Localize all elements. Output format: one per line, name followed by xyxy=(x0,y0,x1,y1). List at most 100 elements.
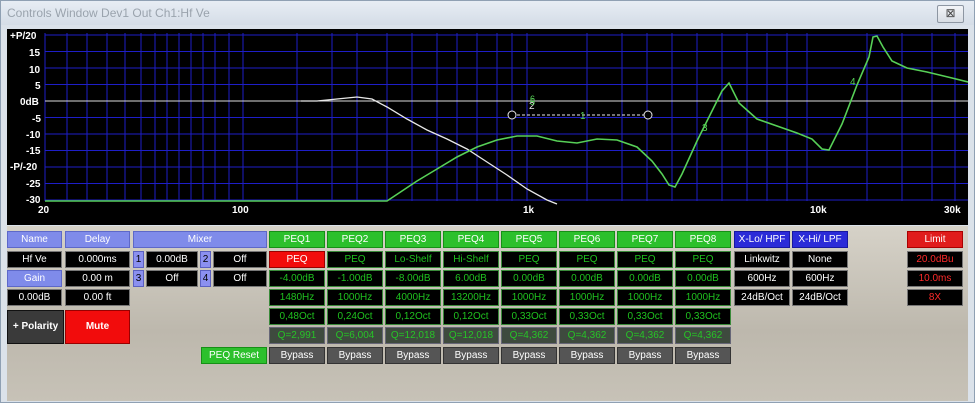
peq-bandwidth[interactable]: 0,33Oct xyxy=(675,308,731,325)
limit-threshold[interactable]: 20.0dBu xyxy=(907,251,963,268)
peq-type[interactable]: Lo-Shelf xyxy=(385,251,441,268)
delay-header: Delay xyxy=(65,231,130,248)
peq-type[interactable]: PEQ xyxy=(501,251,557,268)
peq-bypass-button[interactable]: Bypass xyxy=(443,347,499,364)
peq-bypass-button[interactable]: Bypass xyxy=(617,347,673,364)
peq-bypass-button[interactable]: Bypass xyxy=(327,347,383,364)
peq-q[interactable]: Q=4,362 xyxy=(617,327,673,344)
gain-field[interactable]: 0.00dB xyxy=(7,289,62,306)
peq-bandwidth[interactable]: 0,24Oct xyxy=(327,308,383,325)
peq-type[interactable]: PEQ xyxy=(269,251,325,268)
peq-reset-button[interactable]: PEQ Reset xyxy=(201,347,267,364)
polarity-button[interactable]: + Polarity xyxy=(7,310,64,344)
peq-bandwidth[interactable]: 0,33Oct xyxy=(617,308,673,325)
peq-bypass-button[interactable]: Bypass xyxy=(385,347,441,364)
peq-type[interactable]: PEQ xyxy=(617,251,673,268)
peq-handle-left[interactable] xyxy=(507,110,517,120)
peq-q[interactable]: Q=4,362 xyxy=(559,327,615,344)
peq-handle-right[interactable] xyxy=(643,110,653,120)
peq-band-header[interactable]: PEQ6 xyxy=(559,231,615,248)
peq-q[interactable]: Q=6,004 xyxy=(327,327,383,344)
grid-lines xyxy=(44,33,968,201)
peq-q[interactable]: Q=4,362 xyxy=(675,327,731,344)
peq-bypass-button[interactable]: Bypass xyxy=(559,347,615,364)
peq-band-header[interactable]: PEQ8 xyxy=(675,231,731,248)
mixer-channel-level[interactable]: Off xyxy=(213,251,267,268)
peq-frequency[interactable]: 1000Hz xyxy=(327,289,383,306)
mute-button[interactable]: Mute xyxy=(65,310,130,344)
peq-frequency[interactable]: 1000Hz xyxy=(617,289,673,306)
peq-gain[interactable]: -1.00dB xyxy=(327,270,383,287)
peq-q[interactable]: Q=12,018 xyxy=(385,327,441,344)
peq-bypass-button[interactable]: Bypass xyxy=(675,347,731,364)
peq-gain[interactable]: 0.00dB xyxy=(675,270,731,287)
peq-frequency[interactable]: 1000Hz xyxy=(559,289,615,306)
peq-q[interactable]: Q=2,991 xyxy=(269,327,325,344)
peq-bandwidth[interactable]: 0,48Oct xyxy=(269,308,325,325)
xover-hi-type[interactable]: None xyxy=(792,251,848,268)
y-tick-label: +P/20 xyxy=(10,31,37,42)
mixer-channel-level[interactable]: 0.00dB xyxy=(146,251,198,268)
peq-bandwidth[interactable]: 0,12Oct xyxy=(385,308,441,325)
title-bar: Controls Window Dev1 Out Ch1:Hf Ve ⊠ xyxy=(1,1,974,25)
peq-type[interactable]: PEQ xyxy=(327,251,383,268)
xover-lo-header[interactable]: X-Lo/ HPF xyxy=(734,231,790,248)
peq-frequency[interactable]: 4000Hz xyxy=(385,289,441,306)
peq-band-header[interactable]: PEQ3 xyxy=(385,231,441,248)
peq-bandwidth[interactable]: 0,12Oct xyxy=(443,308,499,325)
mixer-channel-number: 4 xyxy=(200,270,211,287)
band-marker-6[interactable]: 6 xyxy=(530,94,535,104)
peq-frequency[interactable]: 1000Hz xyxy=(501,289,557,306)
xover-lo-type[interactable]: Linkwitz xyxy=(734,251,790,268)
peq-band-header[interactable]: PEQ4 xyxy=(443,231,499,248)
peq-gain[interactable]: 0.00dB xyxy=(559,270,615,287)
mixer-channel-level[interactable]: Off xyxy=(146,270,198,287)
peq-gain[interactable]: 0.00dB xyxy=(501,270,557,287)
limit-ratio[interactable]: 8X xyxy=(907,289,963,306)
band-marker-3[interactable]: 3 xyxy=(702,123,708,134)
peq-bypass-button[interactable]: Bypass xyxy=(501,347,557,364)
frequency-cursor-icon[interactable]: ⊼ xyxy=(460,210,476,224)
xover-hi-freq[interactable]: 600Hz xyxy=(792,270,848,287)
peq-gain[interactable]: -8.00dB xyxy=(385,270,441,287)
peq-bandwidth[interactable]: 0,33Oct xyxy=(501,308,557,325)
delay-m-field[interactable]: 0.00 m xyxy=(65,270,130,287)
limit-attack[interactable]: 10.0ms xyxy=(907,270,963,287)
y-tick-label: -5 xyxy=(32,114,41,125)
band-marker-1[interactable]: 1 xyxy=(580,111,586,122)
x-tick-label: 30k xyxy=(944,205,961,216)
peq-band-header[interactable]: PEQ2 xyxy=(327,231,383,248)
xover-hi-header[interactable]: X-Hi/ LPF xyxy=(792,231,848,248)
close-button[interactable]: ⊠ xyxy=(937,5,964,23)
y-tick-label: -10 xyxy=(26,130,41,141)
peq-q[interactable]: Q=4,362 xyxy=(501,327,557,344)
xover-lo-freq[interactable]: 600Hz xyxy=(734,270,790,287)
peq-gain[interactable]: 6.00dB xyxy=(443,270,499,287)
peq-type[interactable]: PEQ xyxy=(675,251,731,268)
peq-bandwidth[interactable]: 0,33Oct xyxy=(559,308,615,325)
peq-band-header[interactable]: PEQ7 xyxy=(617,231,673,248)
peq-frequency[interactable]: 1480Hz xyxy=(269,289,325,306)
xover-lo-slope[interactable]: 24dB/Oct xyxy=(734,289,790,306)
mixer-channel-number: 3 xyxy=(133,270,144,287)
delay-ft-field[interactable]: 0.00 ft xyxy=(65,289,130,306)
limit-header[interactable]: Limit xyxy=(907,231,963,248)
peq-gain[interactable]: -4.00dB xyxy=(269,270,325,287)
frequency-response-graph[interactable]: +P/20 15 10 5 0dB -5 -10 -15 -P/-20 -25 … xyxy=(7,29,968,225)
controls-window: Controls Window Dev1 Out Ch1:Hf Ve ⊠ +P/… xyxy=(0,0,975,403)
xover-hi-slope[interactable]: 24dB/Oct xyxy=(792,289,848,306)
peq-q[interactable]: Q=12,018 xyxy=(443,327,499,344)
peq-bypass-button[interactable]: Bypass xyxy=(269,347,325,364)
peq-type[interactable]: Hi-Shelf xyxy=(443,251,499,268)
peq-type[interactable]: PEQ xyxy=(559,251,615,268)
peq-band-header[interactable]: PEQ1 xyxy=(269,231,325,248)
peq-band-header[interactable]: PEQ5 xyxy=(501,231,557,248)
peq-frequency[interactable]: 1000Hz xyxy=(675,289,731,306)
peq-gain[interactable]: 0.00dB xyxy=(617,270,673,287)
peq-frequency[interactable]: 13200Hz xyxy=(443,289,499,306)
mixer-channel-level[interactable]: Off xyxy=(213,270,267,287)
delay-ms-field[interactable]: 0.000ms xyxy=(65,251,130,268)
x-tick-label: 100 xyxy=(232,205,249,216)
name-field[interactable]: Hf Ve xyxy=(7,251,62,268)
band-marker-4[interactable]: 4 xyxy=(850,77,856,88)
